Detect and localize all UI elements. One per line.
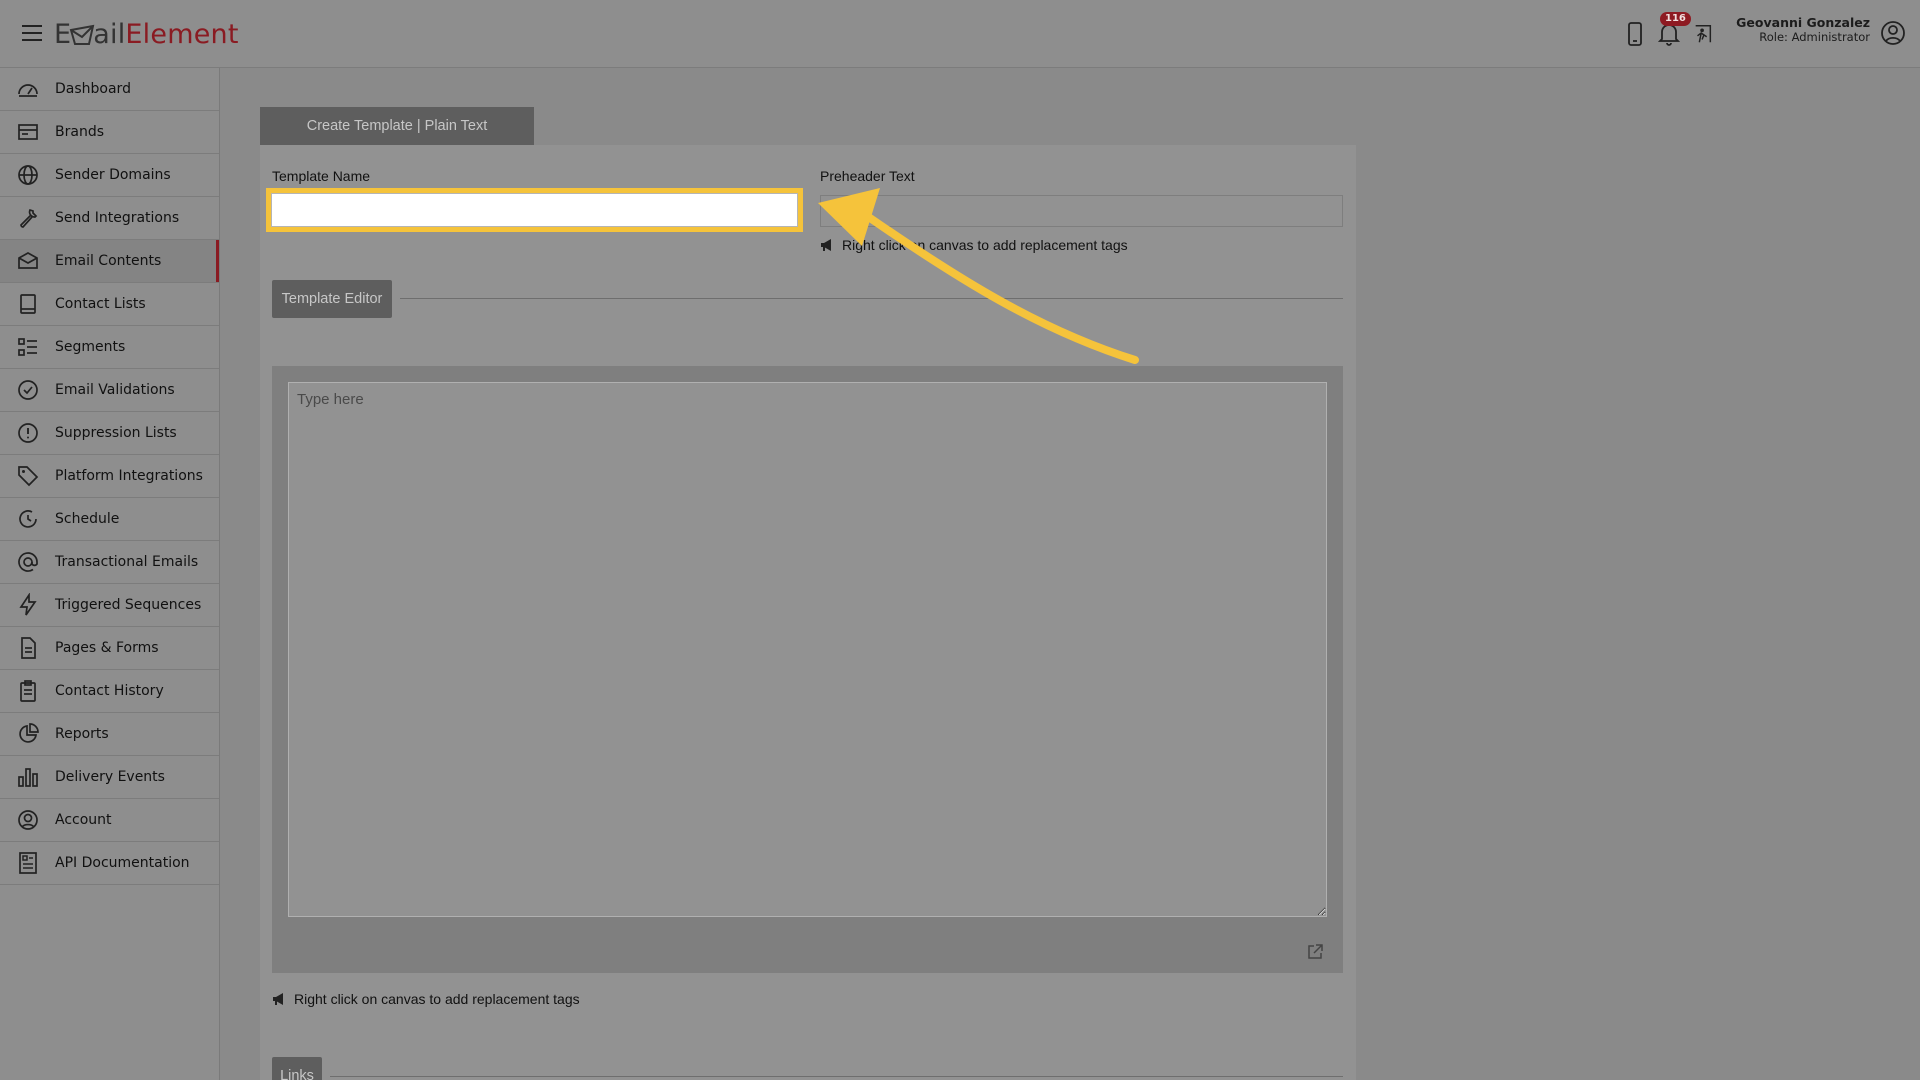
logo-envelope-icon bbox=[70, 24, 95, 45]
external-link-icon[interactable] bbox=[1306, 943, 1324, 961]
sidebar-item-reports[interactable]: Reports bbox=[0, 713, 219, 756]
top-icons: 116 bbox=[1624, 12, 1714, 50]
sidebar-item-brands[interactable]: Brands bbox=[0, 111, 219, 154]
sidebar-item-label: Schedule bbox=[55, 511, 120, 527]
clock-icon bbox=[16, 507, 40, 531]
sidebar-item-label: Delivery Events bbox=[55, 769, 165, 785]
dashboard-icon bbox=[16, 77, 40, 101]
template-name-input[interactable] bbox=[266, 188, 803, 232]
sidebar-item-pages-forms[interactable]: Pages & Forms bbox=[0, 627, 219, 670]
document-icon bbox=[16, 851, 40, 875]
file-icon bbox=[16, 636, 40, 660]
sidebar: Dashboard Brands Sender Domains Send Integr… bbox=[0, 68, 220, 1080]
sidebar-item-transactional-emails[interactable]: Transactional Emails bbox=[0, 541, 219, 584]
links-button[interactable]: Links bbox=[272, 1057, 322, 1080]
preheader-text-input[interactable] bbox=[820, 195, 1343, 227]
sidebar-item-email-contents[interactable]: Email Contents bbox=[0, 240, 219, 283]
megaphone-icon bbox=[821, 239, 831, 251]
sidebar-item-label: Triggered Sequences bbox=[55, 597, 202, 613]
notification-badge: 116 bbox=[1660, 12, 1691, 26]
brands-icon bbox=[16, 120, 40, 144]
check-circle-icon bbox=[16, 378, 40, 402]
template-editor-button[interactable]: Template Editor bbox=[272, 280, 392, 318]
sidebar-item-suppression-lists[interactable]: Suppression Lists bbox=[0, 412, 219, 455]
sidebar-item-label: Dashboard bbox=[55, 81, 131, 97]
sidebar-item-label: Contact History bbox=[55, 683, 164, 699]
sidebar-item-send-integrations[interactable]: Send Integrations bbox=[0, 197, 219, 240]
sidebar-item-label: Reports bbox=[55, 726, 109, 742]
sidebar-item-label: Segments bbox=[55, 339, 126, 355]
sidebar-item-label: Send Integrations bbox=[55, 210, 180, 226]
editor-divider bbox=[400, 298, 1343, 299]
preheader-hint: Right click on canvas to add replacement… bbox=[820, 237, 1128, 253]
app-logo[interactable]: E ail Element bbox=[54, 18, 239, 52]
pie-chart-icon bbox=[16, 722, 40, 746]
notifications-bell-icon[interactable]: 116 bbox=[1658, 12, 1691, 47]
links-divider bbox=[330, 1076, 1343, 1077]
logo-text-ail: ail bbox=[93, 19, 126, 50]
wrench-icon bbox=[16, 206, 40, 230]
user-role: Role: Administrator bbox=[1759, 30, 1870, 44]
sidebar-item-label: Contact Lists bbox=[55, 296, 146, 312]
sidebar-item-label: Suppression Lists bbox=[55, 425, 177, 441]
sidebar-item-delivery-events[interactable]: Delivery Events bbox=[0, 756, 219, 799]
book-icon bbox=[16, 292, 40, 316]
logo-text-element: Element bbox=[125, 19, 239, 50]
hamburger-menu-icon[interactable] bbox=[22, 25, 42, 41]
clipboard-icon bbox=[16, 679, 40, 703]
top-bar: E ail Element 116 Geovanni Gonzalez Role… bbox=[0, 0, 1920, 68]
sidebar-item-api-documentation[interactable]: API Documentation bbox=[0, 842, 219, 885]
user-info[interactable]: Geovanni Gonzalez Role: Administrator bbox=[1736, 15, 1870, 45]
sidebar-item-segments[interactable]: Segments bbox=[0, 326, 219, 369]
sidebar-item-email-validations[interactable]: Email Validations bbox=[0, 369, 219, 412]
sidebar-item-triggered-sequences[interactable]: Triggered Sequences bbox=[0, 584, 219, 627]
sidebar-item-label: Email Contents bbox=[55, 253, 162, 269]
editor-hint-text: Right click on canvas to add replacement… bbox=[294, 991, 580, 1007]
sidebar-item-label: API Documentation bbox=[55, 855, 190, 871]
template-name-label: Template Name bbox=[272, 168, 371, 184]
globe-icon bbox=[16, 163, 40, 187]
sidebar-item-schedule[interactable]: Schedule bbox=[0, 498, 219, 541]
template-editor-textarea[interactable] bbox=[288, 382, 1327, 917]
megaphone-icon bbox=[273, 993, 283, 1005]
user-circle-icon bbox=[16, 808, 40, 832]
bar-chart-icon bbox=[16, 765, 40, 789]
sidebar-item-label: Pages & Forms bbox=[55, 640, 159, 656]
sidebar-item-account[interactable]: Account bbox=[0, 799, 219, 842]
user-avatar-icon[interactable] bbox=[1880, 20, 1906, 46]
at-icon bbox=[16, 550, 40, 574]
lightning-icon bbox=[16, 593, 40, 617]
sidebar-item-label: Platform Integrations bbox=[55, 468, 203, 484]
mobile-icon[interactable] bbox=[1624, 21, 1646, 47]
sidebar-item-sender-domains[interactable]: Sender Domains bbox=[0, 154, 219, 197]
create-template-tab[interactable]: Create Template | Plain Text bbox=[260, 107, 534, 145]
preheader-hint-text: Right click on canvas to add replacement… bbox=[842, 237, 1128, 253]
sidebar-item-platform-integrations[interactable]: Platform Integrations bbox=[0, 455, 219, 498]
alert-circle-icon bbox=[16, 421, 40, 445]
sidebar-item-label: Email Validations bbox=[55, 382, 175, 398]
sidebar-item-label: Brands bbox=[55, 124, 104, 140]
tag-icon bbox=[16, 464, 40, 488]
sidebar-item-contact-history[interactable]: Contact History bbox=[0, 670, 219, 713]
user-name: Geovanni Gonzalez bbox=[1736, 15, 1870, 30]
envelope-icon bbox=[16, 249, 40, 273]
editor-hint: Right click on canvas to add replacement… bbox=[272, 991, 580, 1007]
sidebar-item-label: Sender Domains bbox=[55, 167, 171, 183]
list-icon bbox=[16, 335, 40, 359]
sidebar-item-contact-lists[interactable]: Contact Lists bbox=[0, 283, 219, 326]
sidebar-item-dashboard[interactable]: Dashboard bbox=[0, 68, 219, 111]
sidebar-item-label: Transactional Emails bbox=[55, 554, 199, 570]
sidebar-item-label: Account bbox=[55, 812, 112, 828]
preheader-label: Preheader Text bbox=[820, 168, 915, 184]
logout-running-icon[interactable] bbox=[1692, 21, 1714, 47]
